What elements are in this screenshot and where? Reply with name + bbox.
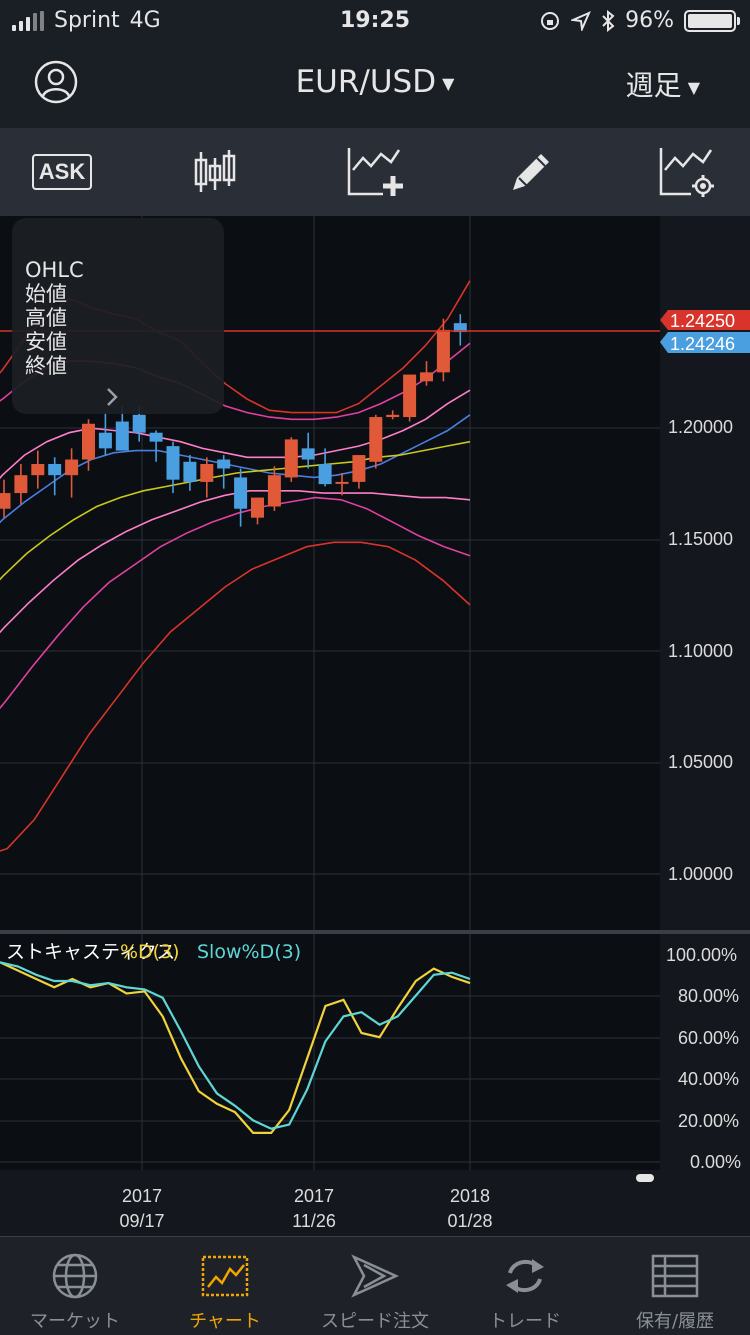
osc-tick-label: 80.00%	[678, 986, 739, 1006]
tab-bar: マーケット チャート スピード注文 トレード 保有/履歴	[0, 1236, 750, 1335]
osc-tick-label: 40.00%	[678, 1069, 739, 1089]
chevron-right-icon[interactable]	[104, 386, 120, 408]
osc-tick-label: 100.00%	[666, 945, 737, 965]
ohlc-high-label: 高値	[25, 306, 67, 330]
candle-body	[149, 432, 163, 442]
candle-body	[14, 475, 28, 494]
price-tick-label: 1.15000	[668, 529, 733, 549]
date-year-label: 2018	[450, 1186, 490, 1206]
candle-body	[318, 464, 332, 485]
location-icon	[571, 10, 592, 31]
ohlc-close-label: 終値	[25, 354, 67, 378]
candle-body	[48, 464, 62, 476]
chart-type-button[interactable]	[180, 146, 250, 198]
price-tick-label: 1.10000	[668, 641, 733, 661]
tab-speed-order[interactable]: スピード注文	[300, 1237, 450, 1335]
chart-settings-button[interactable]	[650, 146, 720, 198]
candle-body	[31, 464, 45, 476]
candle-body	[115, 421, 129, 451]
osc-tick-label: 0.00%	[690, 1152, 741, 1172]
date-label: 09/17	[119, 1211, 164, 1231]
candle-body	[166, 446, 180, 480]
candle	[403, 374, 417, 422]
date-label: 11/26	[292, 1211, 336, 1231]
candle-body	[301, 448, 315, 460]
tab-label: チャート	[189, 1311, 261, 1332]
ohlc-info-panel: OHLC 始値 高値 安値 終値	[12, 218, 224, 414]
date-year-label: 2017	[294, 1186, 334, 1206]
chart-icon	[201, 1255, 249, 1297]
candle-body	[98, 432, 112, 449]
scroll-indicator[interactable]	[636, 1174, 654, 1182]
tab-label: スピード注文	[321, 1311, 429, 1332]
add-indicator-icon	[347, 148, 403, 196]
currency-pair-label: EUR/USD	[295, 64, 437, 100]
drawing-tool-button[interactable]	[496, 146, 566, 198]
candle-body	[284, 439, 298, 478]
candle-body	[251, 497, 264, 518]
period-selector[interactable]: 週足 ▼	[626, 64, 700, 104]
osc-tick-label: 20.00%	[678, 1111, 739, 1131]
ask-price-label: 1.24250	[670, 311, 735, 331]
speed-arrow-icon	[351, 1254, 400, 1298]
ohlc-title: OHLC	[25, 258, 84, 282]
candle-body	[82, 423, 95, 460]
pencil-icon	[513, 154, 549, 190]
ask-bid-toggle-button[interactable]: ASK	[27, 146, 97, 198]
candle-body	[65, 459, 79, 476]
battery-percent: 96%	[625, 8, 674, 33]
tab-label: トレード	[489, 1311, 561, 1332]
candle-body	[183, 461, 197, 482]
bid-price-label: 1.24246	[670, 334, 735, 354]
candle-body	[352, 455, 366, 482]
tab-market[interactable]: マーケット	[0, 1237, 150, 1335]
battery-icon	[684, 9, 740, 32]
candle-body	[436, 329, 450, 373]
caret-down-icon: ▼	[687, 77, 700, 97]
candle-body	[369, 417, 383, 462]
price-tick-label: 1.00000	[668, 864, 733, 884]
candle-body	[200, 464, 214, 482]
globe-icon	[52, 1253, 98, 1299]
status-bar: Sprint 4G 19:25 96%	[0, 0, 750, 42]
date-label: 01/28	[447, 1211, 492, 1231]
candle	[369, 414, 383, 469]
candle-body	[0, 493, 11, 509]
list-icon	[651, 1254, 699, 1298]
osc-tick-label: 60.00%	[678, 1028, 739, 1048]
caret-down-icon: ▼	[442, 74, 455, 93]
rotation-lock-icon	[541, 11, 560, 30]
ask-label: ASK	[31, 154, 93, 190]
tab-label: 保有/履歴	[635, 1311, 715, 1332]
chart-toolbar: ASK	[0, 128, 750, 216]
price-tick-label: 1.05000	[668, 752, 733, 772]
oscillator-k-label: %D(3)	[120, 941, 180, 963]
candle-body	[217, 459, 231, 469]
chart-settings-icon	[659, 148, 714, 197]
ohlc-low-label: 安値	[25, 330, 67, 354]
tab-label: マーケット	[30, 1311, 120, 1332]
candle-body	[420, 372, 433, 382]
refresh-arrows-icon	[506, 1259, 544, 1293]
period-label: 週足	[625, 69, 682, 102]
price-tick-label: 1.20000	[668, 417, 733, 437]
bluetooth-icon	[602, 9, 615, 32]
candle-body	[335, 481, 349, 484]
tab-positions-history[interactable]: 保有/履歴	[600, 1237, 750, 1335]
candle	[284, 437, 298, 482]
candle-body	[386, 414, 400, 418]
date-year-label: 2017	[122, 1186, 162, 1206]
oscillator-d-label: Slow%D(3)	[197, 941, 301, 963]
candle-body	[132, 414, 146, 433]
candlestick-icon	[194, 150, 236, 192]
candle-body	[234, 477, 248, 509]
ohlc-open-label: 始値	[25, 282, 67, 306]
candle-body	[403, 374, 417, 418]
tab-trade[interactable]: トレード	[450, 1237, 600, 1335]
add-indicator-button[interactable]	[338, 146, 408, 198]
nav-bar: EUR/USD ▼ 週足 ▼	[0, 42, 750, 128]
candle-body	[267, 475, 281, 507]
tab-chart[interactable]: チャート	[150, 1237, 300, 1335]
